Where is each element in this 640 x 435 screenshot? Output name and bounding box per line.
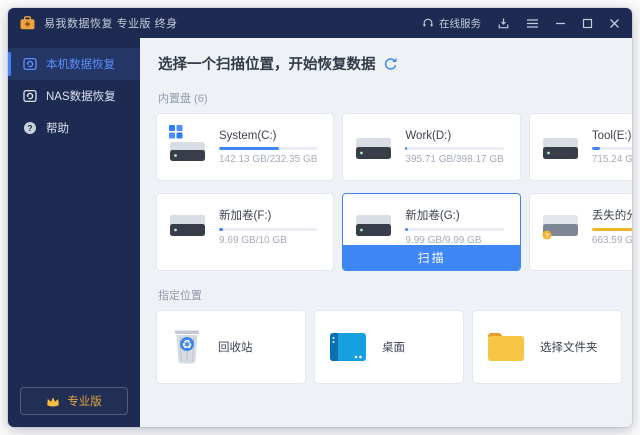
headset-icon <box>422 17 434 29</box>
sidebar-item-label: NAS数据恢复 <box>46 88 116 104</box>
folder-icon <box>487 332 525 362</box>
scan-button[interactable]: 扫描 <box>343 245 519 270</box>
minimize-icon <box>555 18 566 29</box>
maximize-button[interactable] <box>582 18 593 29</box>
sidebar-item-label: 帮助 <box>46 120 69 136</box>
hard-drive-icon <box>355 125 393 170</box>
capacity-bar <box>219 147 317 150</box>
hard-drive-icon <box>169 207 207 252</box>
license-label: 专业版 <box>67 393 102 409</box>
location-label: 选择文件夹 <box>540 339 598 355</box>
online-service-label: 在线服务 <box>439 16 481 31</box>
desktop-icon <box>329 331 367 363</box>
app-logo-icon <box>20 16 35 30</box>
location-label: 桌面 <box>382 339 405 355</box>
capacity-bar <box>405 228 503 231</box>
lost-partition-drive-icon: ? <box>542 207 580 252</box>
maximize-icon <box>582 18 593 29</box>
online-service-button[interactable]: 在线服务 <box>422 16 481 31</box>
drive-capacity: 715.24 GB/781.25 GB <box>592 154 632 165</box>
internal-disks-grid: System(C:) 142.13 GB/232.35 GB <box>156 113 622 271</box>
drive-name: Tool(E:) <box>592 130 632 142</box>
minimize-button[interactable] <box>555 18 566 29</box>
drive-card-work-d[interactable]: Work(D:) 395.71 GB/398.17 GB <box>342 113 520 181</box>
windows-logo-icon <box>169 125 183 139</box>
sidebar-item-help[interactable]: ? 帮助 <box>8 112 140 144</box>
sidebar-item-label: 本机数据恢复 <box>46 56 115 72</box>
download-icon <box>497 17 510 30</box>
specified-location-section-label: 指定位置 <box>158 287 622 303</box>
close-icon <box>609 18 620 29</box>
drive-name: System(C:) <box>219 130 317 142</box>
help-icon: ? <box>23 121 37 135</box>
drive-name: Work(D:) <box>405 130 503 142</box>
capacity-bar <box>405 147 503 150</box>
nas-recovery-icon <box>23 89 37 103</box>
crown-icon <box>46 396 60 407</box>
updates-button[interactable] <box>497 17 510 30</box>
sidebar-item-local-recovery[interactable]: 本机数据恢复 <box>8 48 140 80</box>
window-title: 易我数据恢复 专业版 终身 <box>44 15 178 31</box>
location-card-recycle-bin[interactable]: ♻ 回收站 <box>156 310 306 384</box>
svg-text:?: ? <box>545 233 549 240</box>
drive-card-lost-partition[interactable]: ? 丢失的分区 -1 ? 663.59 GB <box>529 193 632 271</box>
close-button[interactable] <box>609 18 620 29</box>
recycle-bin-icon: ♻ <box>171 328 203 366</box>
location-card-desktop[interactable]: 桌面 <box>314 310 464 384</box>
drive-capacity: 142.13 GB/232.35 GB <box>219 154 317 165</box>
svg-text:?: ? <box>27 123 32 133</box>
drive-name: 丢失的分区 -1 <box>592 207 632 223</box>
location-label: 回收站 <box>218 339 253 355</box>
sidebar: 本机数据恢复 NAS数据恢复 ? 帮助 <box>8 38 140 427</box>
pc-recovery-icon <box>23 57 37 71</box>
capacity-bar <box>592 147 632 150</box>
drive-card-tool-e[interactable]: Tool(E:) 715.24 GB/781.25 GB <box>529 113 632 181</box>
license-button[interactable]: 专业版 <box>20 387 128 415</box>
drive-card-volume-g-selected[interactable]: 新加卷(G:) 9.99 GB/9.99 GB 扫描 <box>342 193 520 271</box>
menu-button[interactable] <box>526 18 539 29</box>
drive-capacity: 395.71 GB/398.17 GB <box>405 154 503 165</box>
hard-drive-icon <box>542 125 580 170</box>
capacity-bar <box>219 228 317 231</box>
main-panel: 选择一个扫描位置，开始恢复数据 内置盘 (6) <box>140 38 632 427</box>
drive-card-volume-f[interactable]: 新加卷(F:) 9.69 GB/10 GB <box>156 193 334 271</box>
drive-capacity: 9.69 GB/10 GB <box>219 235 317 246</box>
drive-name: 新加卷(F:) <box>219 207 317 223</box>
specified-locations-grid: ♻ 回收站 桌面 <box>156 310 622 384</box>
title-bar: 易我数据恢复 专业版 终身 在线服务 <box>8 8 632 38</box>
hamburger-menu-icon <box>526 18 539 29</box>
internal-disks-section-label: 内置盘 (6) <box>158 90 622 106</box>
page-title: 选择一个扫描位置，开始恢复数据 <box>158 53 376 74</box>
capacity-bar <box>592 228 632 231</box>
drive-capacity: 663.59 GB <box>592 235 632 246</box>
refresh-icon[interactable] <box>384 57 397 70</box>
svg-text:♻: ♻ <box>182 338 193 352</box>
drive-card-system-c[interactable]: System(C:) 142.13 GB/232.35 GB <box>156 113 334 181</box>
system-drive-icon <box>169 125 207 170</box>
app-window: 易我数据恢复 专业版 终身 在线服务 <box>8 8 632 427</box>
sidebar-item-nas-recovery[interactable]: NAS数据恢复 <box>8 80 140 112</box>
location-card-select-folder[interactable]: 选择文件夹 <box>472 310 622 384</box>
drive-name: 新加卷(G:) <box>405 207 503 223</box>
